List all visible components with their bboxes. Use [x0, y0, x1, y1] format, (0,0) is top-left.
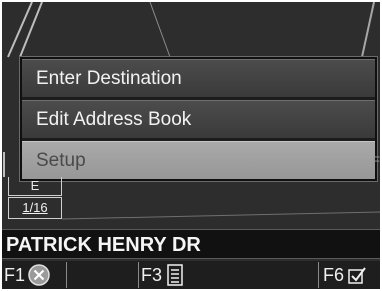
map-road — [7, 2, 33, 58]
menu-item-edit-address-book[interactable]: Edit Address Book — [22, 100, 375, 138]
f3-list-button[interactable]: F3 — [138, 262, 201, 288]
navigation-screen: Enter Destination Edit Address Book Setu… — [2, 2, 380, 289]
popup-menu: Enter Destination Edit Address Book Setu… — [20, 57, 377, 181]
map-road — [19, 2, 43, 58]
menu-item-enter-destination[interactable]: Enter Destination — [22, 59, 375, 97]
f1-label: F1 — [4, 265, 26, 285]
f3-label: F3 — [141, 265, 163, 285]
current-street-name: PATRICK HENRY DR — [6, 234, 201, 256]
map-road — [61, 211, 380, 220]
function-key-bar: F1 F3 F6 — [2, 261, 380, 289]
f1-cancel-button[interactable]: F1 — [4, 262, 67, 288]
compass-indicator: E — [8, 177, 62, 196]
f6-confirm-button[interactable]: F6 — [318, 262, 380, 288]
list-icon — [167, 264, 183, 286]
map-edge-label: F — [372, 154, 380, 168]
current-street-bar: PATRICK HENRY DR — [2, 229, 380, 259]
f6-label: F6 — [323, 265, 345, 285]
map-scale-label: 1/16 — [22, 200, 48, 215]
map-scale-indicator[interactable]: 1/16 — [8, 197, 62, 219]
map-road — [149, 2, 171, 58]
map-road — [361, 2, 375, 58]
cancel-icon — [28, 264, 50, 286]
checkbox-icon — [348, 267, 366, 284]
menu-item-setup[interactable]: Setup — [22, 141, 375, 179]
